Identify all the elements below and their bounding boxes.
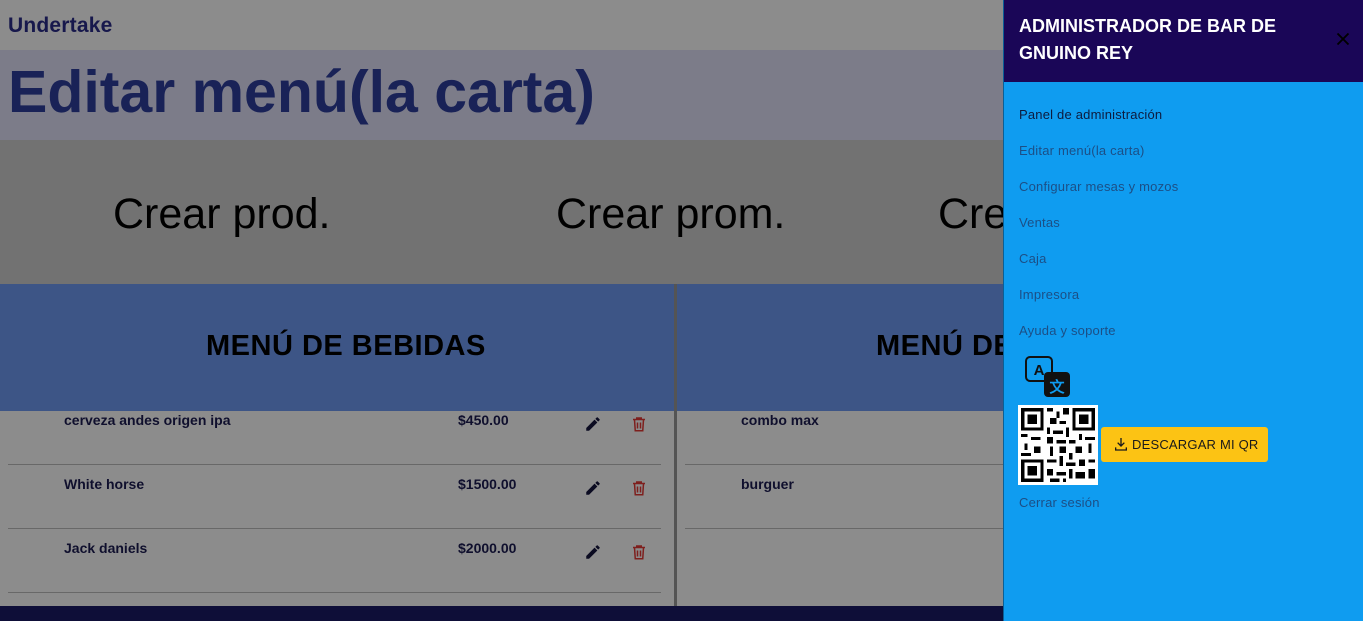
svg-text:文: 文 bbox=[1049, 378, 1065, 396]
download-qr-button[interactable]: DESCARGAR MI QR bbox=[1101, 427, 1268, 462]
menu-item-sales[interactable]: Ventas bbox=[1019, 215, 1060, 230]
qr-code-image bbox=[1018, 405, 1098, 485]
drawer-header: ADMINISTRADOR DE BAR DE GNUINO REY bbox=[1004, 0, 1363, 82]
svg-text:A: A bbox=[1034, 362, 1045, 379]
menu-item-printer[interactable]: Impresora bbox=[1019, 287, 1079, 302]
menu-item-admin-panel[interactable]: Panel de administración bbox=[1019, 107, 1162, 122]
download-qr-label: DESCARGAR MI QR bbox=[1132, 437, 1259, 452]
download-icon bbox=[1115, 438, 1127, 451]
translate-icon[interactable]: A 文 bbox=[1024, 355, 1072, 399]
close-icon[interactable] bbox=[1332, 28, 1354, 50]
menu-item-help[interactable]: Ayuda y soporte bbox=[1019, 323, 1116, 338]
menu-item-tables-waiters[interactable]: Configurar mesas y mozos bbox=[1019, 179, 1178, 194]
drawer-title: ADMINISTRADOR DE BAR DE GNUINO REY bbox=[1019, 16, 1277, 63]
menu-item-cash[interactable]: Caja bbox=[1019, 251, 1047, 266]
admin-drawer: ADMINISTRADOR DE BAR DE GNUINO REY Panel… bbox=[1003, 0, 1363, 621]
menu-item-edit-menu[interactable]: Editar menú(la carta) bbox=[1019, 143, 1145, 158]
logout-link[interactable]: Cerrar sesión bbox=[1019, 495, 1100, 510]
